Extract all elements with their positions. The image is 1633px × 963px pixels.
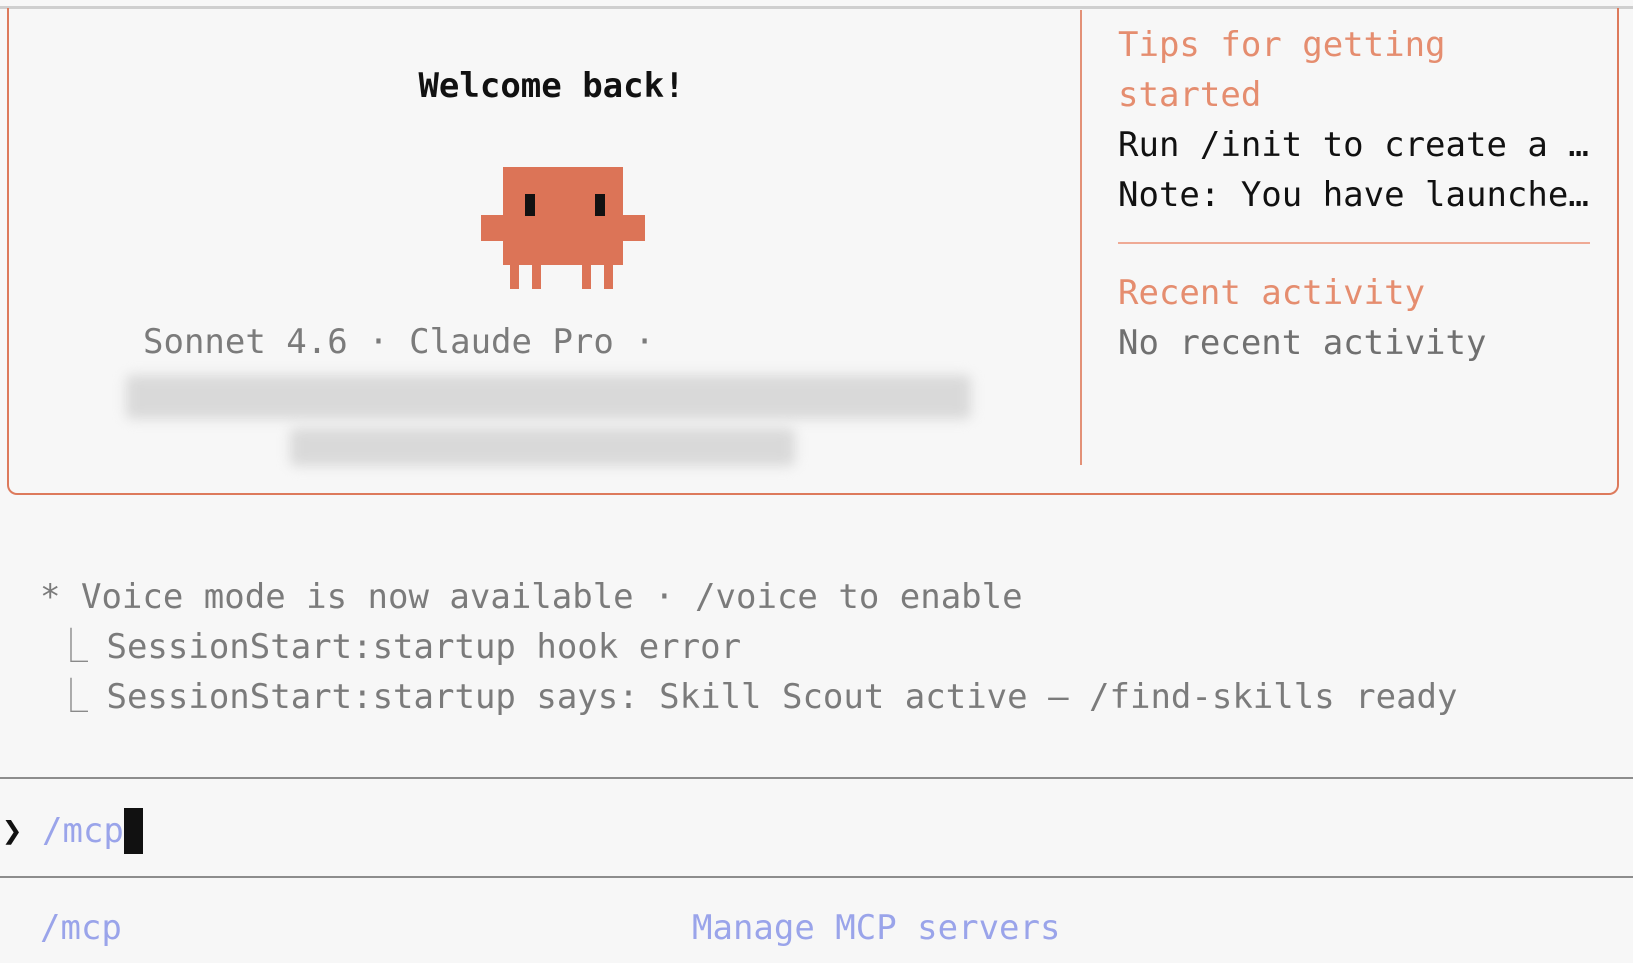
tip-item-note: Note: You have launche… bbox=[1118, 175, 1589, 215]
hook-error-text: SessionStart:startup hook error bbox=[106, 627, 742, 667]
tips-heading-line1: Tips for getting bbox=[1118, 25, 1446, 65]
voice-mode-message: * Voice mode is now available · /voice t… bbox=[40, 572, 1458, 622]
hook-message: ⎿ SessionStart:startup hook error bbox=[40, 622, 1458, 672]
suggestion-command[interactable]: /mcp bbox=[40, 908, 122, 948]
text-cursor bbox=[123, 808, 143, 854]
elbow-connector-icon: ⎿ bbox=[54, 627, 88, 667]
redacted-path-line bbox=[290, 428, 795, 466]
recent-activity-empty: No recent activity bbox=[1118, 323, 1487, 363]
chevron-right-icon: ❯ bbox=[2, 811, 23, 851]
hook-says-text: SessionStart:startup says: Skill Scout a… bbox=[106, 677, 1458, 717]
suggestion-description: Manage MCP servers bbox=[692, 908, 1061, 948]
input-bottom-border bbox=[0, 876, 1633, 878]
separator-dot-trailing: · bbox=[634, 322, 655, 362]
system-messages: * Voice mode is now available · /voice t… bbox=[40, 572, 1458, 722]
input-top-border bbox=[0, 777, 1633, 779]
redacted-info-line bbox=[126, 375, 971, 419]
tip-item-init: Run /init to create a … bbox=[1118, 125, 1589, 165]
welcome-title: Welcome back! bbox=[418, 66, 685, 106]
tips-panel: Tips for getting started Run /init to cr… bbox=[1118, 20, 1598, 368]
recent-activity-heading: Recent activity bbox=[1118, 273, 1426, 313]
elbow-connector-icon: ⎿ bbox=[54, 677, 88, 717]
prompt-row[interactable]: ❯ /mcp bbox=[0, 808, 143, 854]
separator-dot: · bbox=[368, 322, 389, 362]
prompt-input[interactable]: /mcp bbox=[42, 811, 124, 851]
tips-divider bbox=[1118, 242, 1590, 244]
plan-name: Claude Pro bbox=[409, 322, 614, 362]
pixel-mascot-icon bbox=[481, 167, 645, 289]
asterisk-bullet-icon: * bbox=[40, 577, 61, 617]
tips-heading-line2: started bbox=[1118, 75, 1262, 115]
model-plan-line: Sonnet 4.6 · Claude Pro · bbox=[143, 322, 655, 362]
hook-message: ⎿ SessionStart:startup says: Skill Scout… bbox=[40, 672, 1458, 722]
voice-mode-text: Voice mode is now available · /voice to … bbox=[80, 577, 1023, 617]
model-name: Sonnet 4.6 bbox=[143, 322, 348, 362]
